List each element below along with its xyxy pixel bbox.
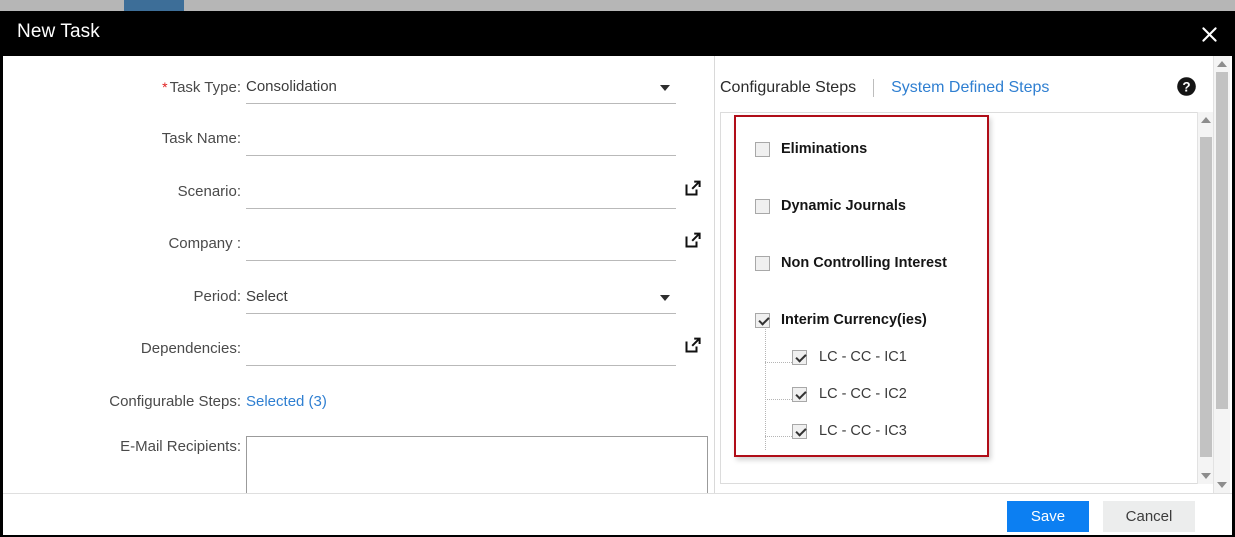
field-label-configurable-steps: Configurable Steps: bbox=[109, 393, 241, 410]
field-label-email-recipients: E-Mail Recipients: bbox=[120, 438, 241, 455]
field-label-dependencies: Dependencies: bbox=[140, 340, 241, 357]
checkbox-lc-cc-ic1[interactable] bbox=[792, 349, 807, 365]
step-label: Interim Currency(ies) bbox=[781, 312, 927, 328]
required-marker: * bbox=[162, 79, 168, 95]
task-type-value: Consolidation bbox=[246, 78, 337, 95]
task-form: * Task Type: Consolidation Task Name: Sce… bbox=[3, 56, 715, 493]
checkbox-lc-cc-ic2[interactable] bbox=[792, 386, 807, 402]
tab-configurable-steps[interactable]: Configurable Steps bbox=[720, 77, 856, 99]
form-row-configurable-steps: Configurable Steps: Selected (3) bbox=[3, 391, 715, 421]
form-row-task-name: Task Name: bbox=[3, 128, 715, 158]
chevron-down-icon[interactable] bbox=[660, 295, 670, 301]
task-type-dropdown[interactable]: Consolidation bbox=[246, 76, 676, 104]
step-label: LC - CC - IC3 bbox=[819, 423, 907, 439]
field-label-period: Period: bbox=[193, 288, 241, 305]
step-label: Dynamic Journals bbox=[781, 198, 906, 214]
step-label: Eliminations bbox=[781, 141, 868, 157]
checkbox-eliminations[interactable] bbox=[755, 141, 770, 157]
period-dropdown[interactable]: Select bbox=[246, 286, 676, 314]
form-row-task-type: * Task Type: Consolidation bbox=[3, 76, 715, 106]
dialog-footer: Save Cancel bbox=[3, 493, 1232, 535]
step-item-interim-currencies[interactable]: Interim Currency(ies) bbox=[755, 308, 927, 332]
step-label: LC - CC - IC2 bbox=[819, 386, 907, 402]
form-row-period: Period: Select bbox=[3, 286, 715, 316]
company-input[interactable] bbox=[246, 233, 676, 261]
steps-list-container: Eliminations Dynamic Journals Non Contro… bbox=[720, 112, 1198, 484]
tree-connector-branch bbox=[765, 362, 792, 363]
browser-tab-indicator[interactable] bbox=[124, 0, 184, 11]
dialog-scrollbar[interactable] bbox=[1213, 56, 1230, 493]
period-value: Select bbox=[246, 288, 288, 305]
tree-connector-branch bbox=[765, 436, 792, 437]
step-item-lc-cc-ic1[interactable]: LC - CC - IC1 bbox=[792, 345, 907, 369]
dependencies-input[interactable] bbox=[246, 338, 676, 366]
steps-highlight-box: Eliminations Dynamic Journals Non Contro… bbox=[734, 115, 989, 457]
tree-connector-branch bbox=[765, 399, 792, 400]
step-item-non-controlling-interest[interactable]: Non Controlling Interest bbox=[755, 251, 947, 275]
dialog-titlebar: New Task bbox=[0, 11, 1235, 56]
steps-panel-scrollbar[interactable] bbox=[1197, 112, 1214, 484]
scroll-down-icon[interactable] bbox=[1198, 468, 1214, 484]
tab-system-defined-steps[interactable]: System Defined Steps bbox=[891, 77, 1049, 99]
form-row-email-recipients: E-Mail Recipients: bbox=[3, 436, 715, 493]
configurable-steps-link[interactable]: Selected (3) bbox=[246, 391, 327, 413]
scroll-down-icon[interactable] bbox=[1214, 477, 1230, 493]
new-task-dialog: New Task * Task Type: Consolidation Task … bbox=[0, 11, 1235, 537]
tab-separator bbox=[873, 79, 875, 97]
scrollbar-thumb[interactable] bbox=[1216, 72, 1228, 409]
company-launch-icon[interactable] bbox=[683, 230, 703, 250]
field-label-company: Company : bbox=[168, 235, 241, 252]
svg-text:?: ? bbox=[1182, 79, 1190, 94]
dialog-body: * Task Type: Consolidation Task Name: Sce… bbox=[3, 56, 1232, 493]
dependencies-launch-icon[interactable] bbox=[683, 335, 703, 355]
step-item-dynamic-journals[interactable]: Dynamic Journals bbox=[755, 194, 906, 218]
save-button[interactable]: Save bbox=[1007, 501, 1089, 532]
close-icon[interactable] bbox=[1193, 18, 1225, 50]
chevron-down-icon[interactable] bbox=[660, 85, 670, 91]
checkbox-dynamic-journals[interactable] bbox=[755, 198, 770, 214]
browser-top-strip bbox=[0, 0, 1235, 11]
cancel-button[interactable]: Cancel bbox=[1103, 501, 1195, 532]
form-row-scenario: Scenario: bbox=[3, 178, 715, 211]
help-icon[interactable]: ? bbox=[1176, 76, 1197, 97]
task-name-input[interactable] bbox=[246, 128, 676, 156]
step-item-eliminations[interactable]: Eliminations bbox=[755, 137, 867, 161]
form-row-dependencies: Dependencies: bbox=[3, 335, 715, 368]
checkbox-lc-cc-ic3[interactable] bbox=[792, 423, 807, 439]
field-label-task-name: Task Name: bbox=[161, 130, 241, 147]
scenario-input[interactable] bbox=[246, 181, 676, 209]
scenario-launch-icon[interactable] bbox=[683, 178, 703, 198]
checkbox-interim-currencies[interactable] bbox=[755, 312, 770, 328]
scrollbar-thumb[interactable] bbox=[1200, 137, 1212, 457]
field-label-scenario: Scenario: bbox=[177, 183, 241, 200]
configurable-steps-panel: Configurable Steps System Defined Steps … bbox=[715, 56, 1232, 493]
form-row-company: Company : bbox=[3, 230, 715, 263]
step-label: Non Controlling Interest bbox=[781, 255, 947, 271]
email-recipients-textarea[interactable] bbox=[246, 436, 708, 493]
dialog-title: New Task bbox=[17, 21, 100, 42]
scroll-up-icon[interactable] bbox=[1198, 112, 1214, 128]
steps-tab-bar: Configurable Steps System Defined Steps bbox=[720, 76, 1049, 100]
checkbox-non-controlling-interest[interactable] bbox=[755, 255, 770, 271]
field-label-task-type: * Task Type: bbox=[162, 79, 241, 96]
tree-connector-vertical bbox=[765, 329, 766, 450]
step-label: LC - CC - IC1 bbox=[819, 349, 907, 365]
step-item-lc-cc-ic2[interactable]: LC - CC - IC2 bbox=[792, 382, 907, 406]
scroll-up-icon[interactable] bbox=[1214, 56, 1230, 72]
step-item-lc-cc-ic3[interactable]: LC - CC - IC3 bbox=[792, 419, 907, 443]
